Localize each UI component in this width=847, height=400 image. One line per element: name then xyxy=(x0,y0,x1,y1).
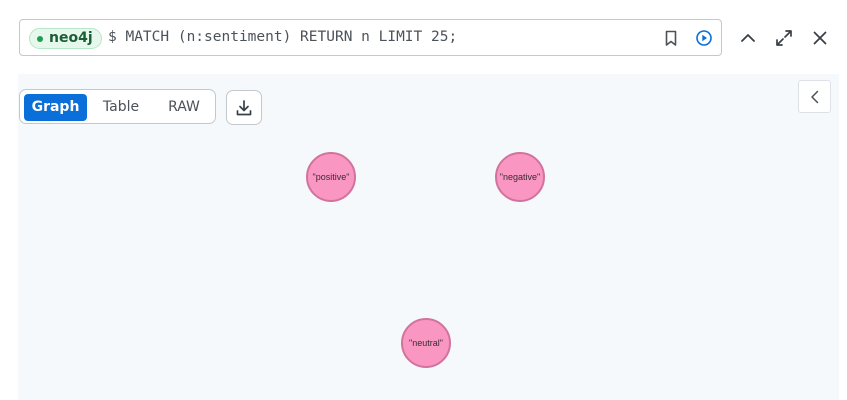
graph-node-label: "positive" xyxy=(313,172,350,182)
graph-node-label: "negative" xyxy=(500,172,540,182)
view-tabs: Graph Table RAW xyxy=(19,89,216,124)
database-name: neo4j xyxy=(49,30,93,46)
bookmark-icon[interactable] xyxy=(661,28,681,48)
graph-node[interactable]: "negative" xyxy=(495,152,545,202)
close-icon[interactable] xyxy=(809,27,831,49)
graph-node[interactable]: "positive" xyxy=(306,152,356,202)
result-panel: "positive" "negative" "neutral" Graph Tabl… xyxy=(18,74,839,400)
tab-graph[interactable]: Graph xyxy=(24,94,87,121)
status-dot xyxy=(37,35,43,42)
query-input[interactable]: neo4j $ MATCH (n:sentiment) RETURN n LIM… xyxy=(19,19,722,56)
download-icon xyxy=(234,98,254,118)
play-circle-icon[interactable] xyxy=(694,28,714,48)
expand-icon[interactable] xyxy=(773,27,795,49)
tab-table[interactable]: Table xyxy=(90,94,152,121)
query-editor-bar: neo4j $ MATCH (n:sentiment) RETURN n LIM… xyxy=(0,0,847,74)
panel-toggle-button[interactable] xyxy=(798,80,831,113)
tab-raw[interactable]: RAW xyxy=(154,94,214,121)
query-text[interactable]: $ MATCH (n:sentiment) RETURN n LIMIT 25; xyxy=(108,20,457,55)
graph-node-label: "neutral" xyxy=(409,338,443,348)
chevron-left-icon xyxy=(807,89,823,105)
chevron-up-icon[interactable] xyxy=(737,27,759,49)
download-button[interactable] xyxy=(226,90,262,125)
database-badge[interactable]: neo4j xyxy=(29,28,102,49)
graph-node[interactable]: "neutral" xyxy=(401,318,451,368)
